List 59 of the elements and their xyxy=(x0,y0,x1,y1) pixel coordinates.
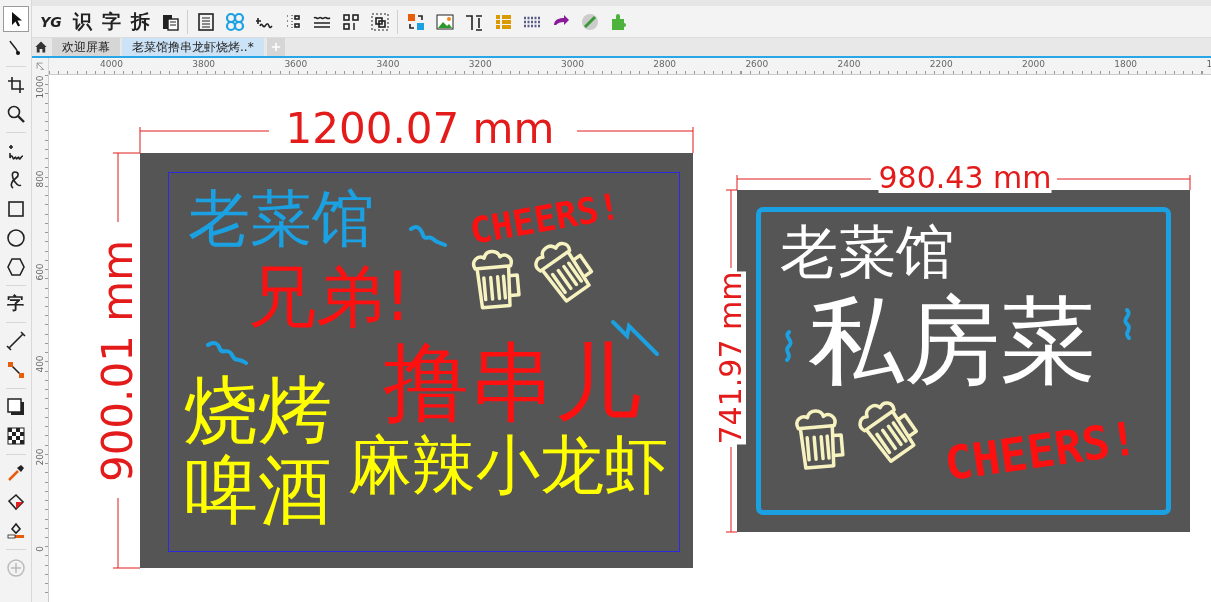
document-tab[interactable]: 老菜馆撸串龙虾烧烤..* xyxy=(122,38,264,56)
squiggle-line xyxy=(408,223,448,247)
ruler-label: 200 xyxy=(35,448,45,466)
recognize-button[interactable]: 识 xyxy=(68,7,97,36)
neon-text: 私房菜 xyxy=(808,293,1096,389)
flower-icon[interactable] xyxy=(224,11,245,32)
image-icon[interactable] xyxy=(434,11,455,32)
neon-text: 老菜馆 xyxy=(780,223,954,281)
connector-icon[interactable] xyxy=(5,359,26,380)
split-button[interactable]: 拆 xyxy=(126,7,155,36)
checkerboard-icon[interactable] xyxy=(5,425,26,446)
cheers-text: CHEERS! xyxy=(941,414,1141,488)
ruler-label: 0 xyxy=(35,546,45,552)
ruler-label: 2000 xyxy=(1022,59,1045,69)
selection-box-icon[interactable] xyxy=(369,11,390,32)
character-button[interactable]: 字 xyxy=(97,7,126,36)
text-tool-button[interactable]: 字 xyxy=(2,290,29,317)
crop-icon[interactable] xyxy=(5,74,26,95)
ruler-label: 2400 xyxy=(837,59,861,69)
ruler-label: 3800 xyxy=(192,59,216,69)
neon-text: 撸串儿 xyxy=(383,339,641,425)
arrange-icon[interactable] xyxy=(340,11,361,32)
dimension-icon[interactable] xyxy=(5,330,26,351)
neon-text: 麻辣小龙虾 xyxy=(348,433,668,497)
squiggle-line xyxy=(205,339,251,365)
ruler-label: 3200 xyxy=(468,59,492,69)
yg-tool-button[interactable]: YG xyxy=(34,7,68,36)
smart-fill-icon[interactable] xyxy=(5,520,26,541)
ruler-label: 1800 xyxy=(1114,59,1138,69)
ruler-label: 600 xyxy=(35,263,45,281)
ruler-label: 3000 xyxy=(561,59,584,69)
home-icon[interactable] xyxy=(34,40,48,54)
ruler-label: 1000 xyxy=(35,75,45,99)
ruler-label: 2200 xyxy=(929,59,953,69)
disc-icon[interactable] xyxy=(579,11,600,32)
ruler-label: 2800 xyxy=(653,59,677,69)
ruler-label: 800 xyxy=(35,170,45,188)
ruler-label: 3400 xyxy=(376,59,400,69)
neon-text: 老菜馆 xyxy=(188,188,374,250)
search-icon[interactable] xyxy=(5,103,26,124)
ruler-label: 3600 xyxy=(284,59,308,69)
neon-text: 兄弟! xyxy=(248,263,412,331)
fill-icon[interactable] xyxy=(5,491,26,512)
polygon-icon[interactable] xyxy=(5,256,26,277)
shadow-icon[interactable] xyxy=(5,396,26,417)
ruler-label: 2600 xyxy=(745,59,769,69)
dimension-label: 980.43 mm xyxy=(878,163,1052,193)
rectangle-icon[interactable] xyxy=(5,198,26,219)
table-icon[interactable] xyxy=(195,11,216,32)
neon-text: 烧烤 xyxy=(184,373,332,447)
ellipse-icon[interactable] xyxy=(5,227,26,248)
dimension-label: 741.97 mm xyxy=(716,271,746,445)
ruler-label: 400 xyxy=(35,355,45,373)
document-tab[interactable]: 欢迎屏幕 xyxy=(52,38,120,56)
swap-squares-icon[interactable] xyxy=(405,11,426,32)
cheers-text: CHEERS! xyxy=(467,188,623,250)
ruler-label: 4000 xyxy=(100,59,123,69)
neon-text: 啤酒 xyxy=(184,453,332,527)
ruler-label: 1 xyxy=(1206,59,1211,69)
